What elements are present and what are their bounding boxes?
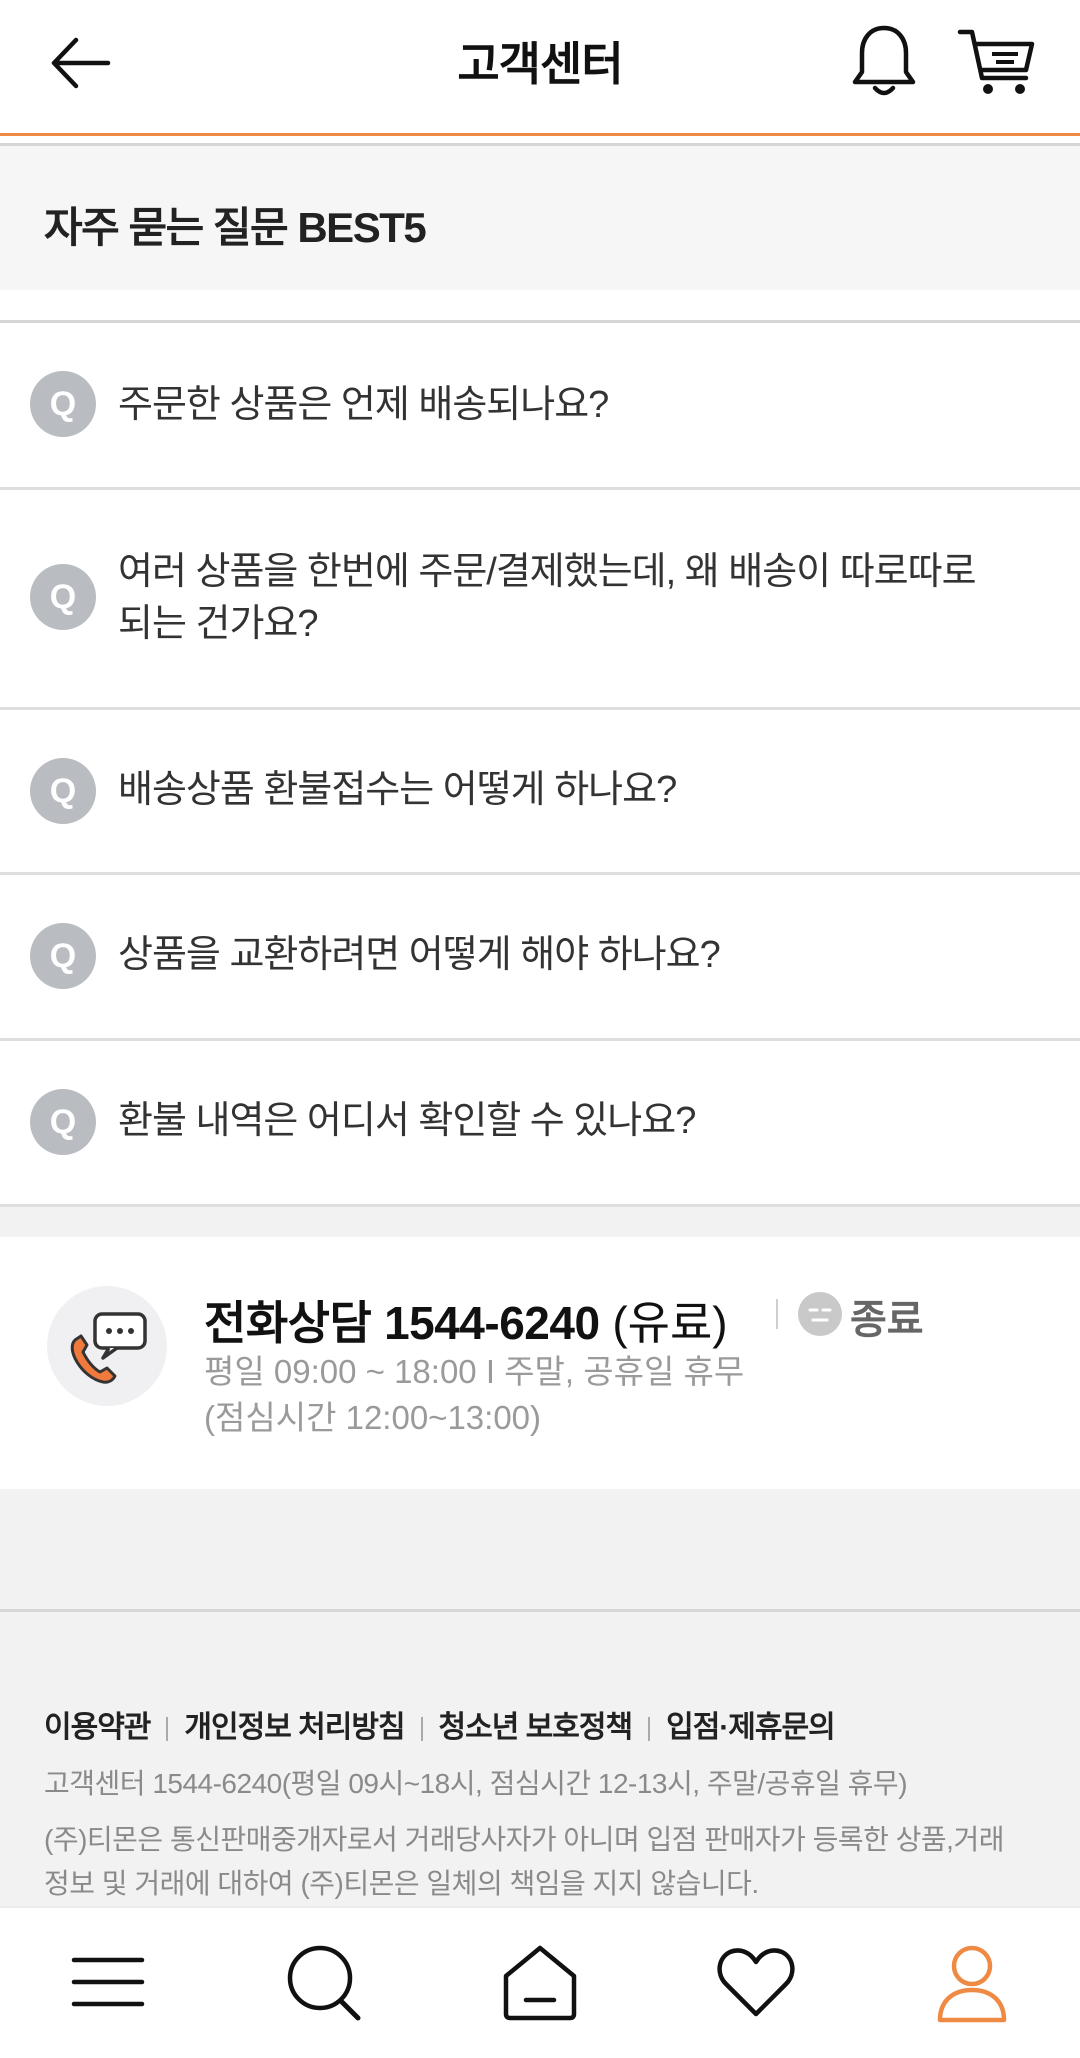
phone-hours-lunch: (점심시간 12:00~13:00) [204, 1399, 542, 1436]
divider [648, 1717, 651, 1742]
footer: 이용약관 개인정보 처리방침 청소년 보호정책 입점·제휴문의 고객센터 1544-6… [0, 1612, 1080, 1908]
q-badge-icon: Q [30, 371, 96, 437]
faq-question: 상품을 교환하려면 어떻게 해야 하나요? [118, 934, 721, 976]
faq-item[interactable]: Q 주문한 상품은 언제 배송되나요? [0, 323, 1080, 490]
partnership-link[interactable]: 입점·제휴문의 [666, 1711, 836, 1744]
phone-hours-weekday: 평일 09:00 ~ 18:00 I 주말, 공휴일 휴무 [204, 1353, 745, 1390]
heart-icon[interactable] [714, 1940, 798, 2024]
phone-consult-title[interactable]: 전화상담 1544-6240 (유료) [204, 1287, 728, 1353]
privacy-policy-link[interactable]: 개인정보 처리방침 [184, 1711, 405, 1744]
phone-fee-note: (유료) [612, 1297, 728, 1349]
phone-hours: 평일 09:00 ~ 18:00 I 주말, 공휴일 휴무 (점심시간 12:0… [204, 1349, 744, 1441]
phone-label: 전화상담 [204, 1297, 372, 1349]
cart-icon[interactable] [956, 26, 1036, 98]
divider [166, 1717, 169, 1742]
footer-cs-info: 고객센터 1544-6240(평일 09시~18시, 점심시간 12-13시, … [44, 1768, 908, 1799]
search-icon[interactable] [282, 1940, 366, 2024]
section-spacer [0, 1207, 1080, 1237]
faq-section-title: 자주 묻는 질문 BEST5 [44, 204, 427, 251]
bell-icon[interactable] [848, 22, 920, 100]
phone-chat-icon [47, 1286, 167, 1406]
section-spacer [0, 1489, 1080, 1609]
status-badge: 종료 [850, 1298, 924, 1342]
faq-item[interactable]: Q 배송상품 환불접수는 어떻게 하나요? [0, 710, 1080, 875]
faq-question: 주문한 상품은 언제 배송되나요? [118, 384, 609, 426]
faq-item[interactable]: Q 상품을 교환하려면 어떻게 해야 하나요? [0, 875, 1080, 1041]
faq-question: 배송상품 환불접수는 어떻게 하나요? [118, 769, 677, 811]
faq-question: 여러 상품을 한번에 주문/결제했는데, 왜 배송이 따로따로 되는 건가요? [118, 551, 977, 645]
faq-item[interactable]: Q 여러 상품을 한번에 주문/결제했는데, 왜 배송이 따로따로 되는 건가요… [0, 490, 1080, 710]
q-badge-icon: Q [30, 923, 96, 989]
faq-question: 환불 내역은 어디서 확인할 수 있나요? [118, 1100, 696, 1142]
divider [776, 1299, 778, 1329]
phone-consult-card[interactable]: 전화상담 1544-6240 (유료) 종료 평일 09:00 ~ 18:00 … [0, 1237, 1080, 1489]
footer-links: 이용약관 개인정보 처리방침 청소년 보호정책 입점·제휴문의 [44, 1702, 836, 1746]
top-app-bar: 고객센터 [0, 0, 1080, 136]
terms-link[interactable]: 이용약관 [44, 1711, 151, 1744]
bottom-navigation [0, 1906, 1080, 2058]
faq-item[interactable]: Q 환불 내역은 어디서 확인할 수 있나요? [0, 1041, 1080, 1207]
phone-number[interactable]: 1544-6240 [384, 1297, 600, 1349]
youth-protection-link[interactable]: 청소년 보호정책 [439, 1711, 634, 1744]
home-icon[interactable] [498, 1940, 582, 2024]
q-badge-icon: Q [30, 1089, 96, 1155]
q-badge-icon: Q [30, 564, 96, 630]
divider [420, 1717, 423, 1742]
menu-icon[interactable] [66, 1940, 150, 2024]
user-icon[interactable] [930, 1940, 1014, 2024]
closed-face-icon [798, 1292, 842, 1336]
faq-section-header: 자주 묻는 질문 BEST5 [0, 146, 1080, 290]
q-badge-icon: Q [30, 758, 96, 824]
footer-notice: (주)티몬은 통신판매중개자로서 거래당사자가 아니며 입점 판매자가 등록한 … [44, 1824, 1005, 1899]
